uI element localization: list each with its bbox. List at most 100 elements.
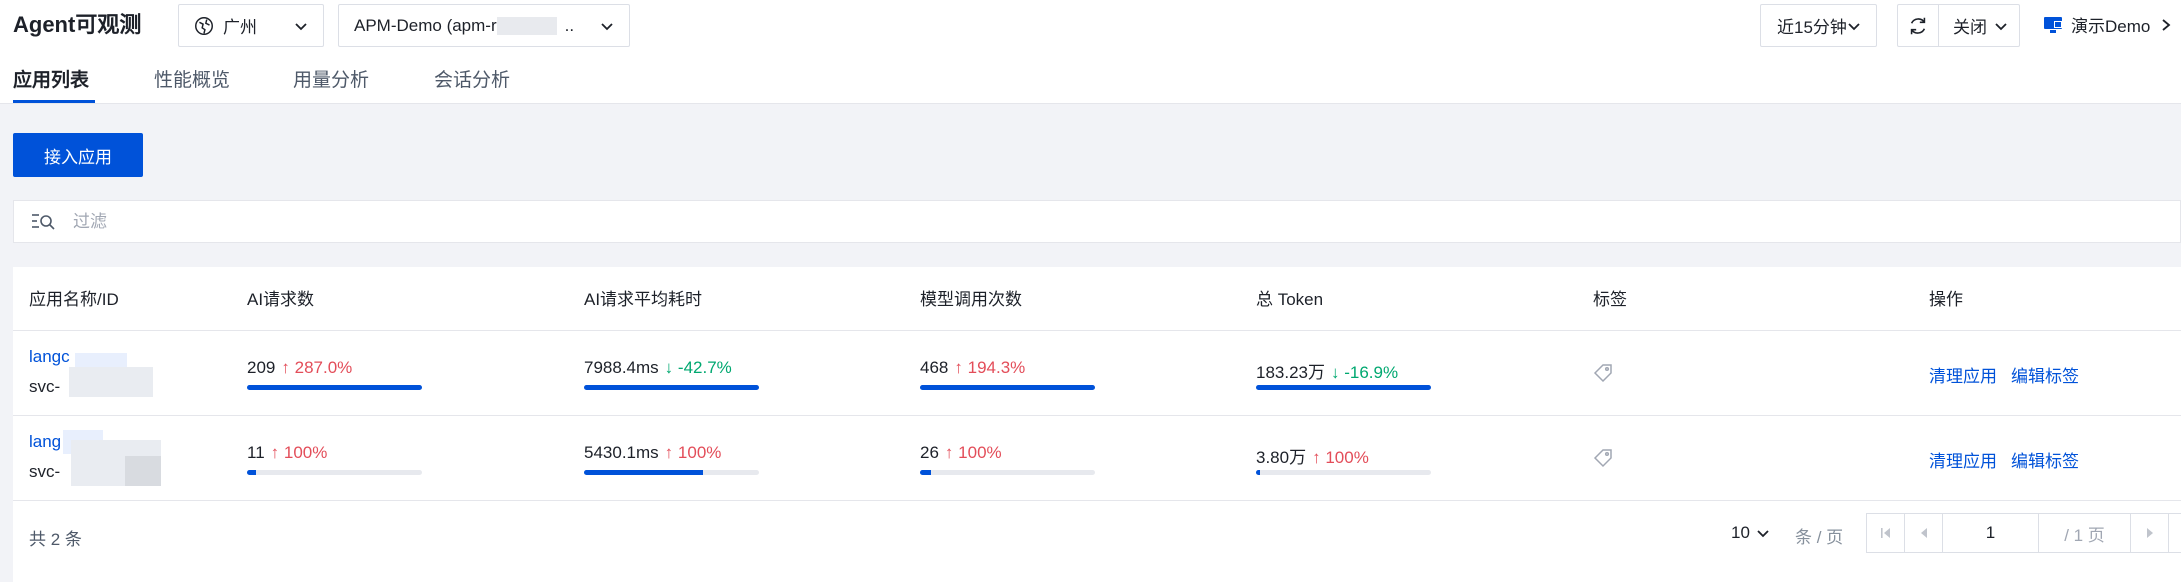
column-header-model-calls: 模型调用次数: [920, 290, 1022, 309]
app-name-link[interactable]: langc: [29, 347, 70, 367]
instance-select[interactable]: APM-Demo (apm-r ..: [338, 4, 630, 47]
table-header: 应用名称/ID AI请求数 AI请求平均耗时 模型调用次数 总 Token 标签…: [13, 267, 2181, 331]
trend-down-icon: ↓: [1331, 363, 1340, 382]
chevron-down-icon: [1757, 530, 1769, 538]
total-token-progress: [1256, 385, 1431, 390]
model-calls-progress: [920, 470, 1095, 475]
filter-input[interactable]: [73, 211, 673, 232]
ai-requests-value: 11: [247, 443, 265, 462]
progress-fill: [1256, 385, 1431, 390]
time-range-value: 近15分钟: [1777, 18, 1847, 37]
table-row: langc svc- 209 ↑ 287.0% 7988.4ms ↓ -42.7% …: [13, 331, 2181, 416]
filter-bar: [13, 200, 2181, 243]
app-title: Agent可观测: [13, 12, 142, 37]
pager: / 1 页: [1866, 513, 2181, 553]
trend-up-icon: ↑: [664, 443, 674, 462]
column-header-tags: 标签: [1593, 290, 1627, 309]
active-tab-indicator: [13, 100, 95, 103]
next-page-button[interactable]: [2131, 514, 2169, 552]
progress-fill: [247, 385, 422, 390]
model-calls-cell: 26 ↑ 100%: [920, 443, 1002, 463]
ai-requests-cell: 209 ↑ 287.0%: [247, 358, 352, 378]
per-page-label: 条 / 页: [1795, 528, 1844, 547]
tab-session-analysis[interactable]: 会话分析: [434, 68, 510, 94]
edit-tags-link[interactable]: 编辑标签: [2011, 362, 2079, 387]
total-count: 共 2 条: [29, 530, 82, 549]
model-calls-change: 194.3%: [967, 358, 1026, 377]
edit-tags-link[interactable]: 编辑标签: [2011, 447, 2079, 472]
demo-link-label: 演示Demo: [2071, 17, 2151, 36]
masked-text: [125, 456, 161, 486]
chevron-down-icon: [295, 23, 307, 31]
tag-icon[interactable]: [1592, 447, 1614, 469]
trend-up-icon: ↑: [954, 358, 963, 377]
refresh-button[interactable]: [1897, 4, 1939, 47]
ai-requests-progress: [247, 385, 422, 390]
avg-latency-cell: 5430.1ms ↑ 100%: [584, 443, 721, 463]
table-footer: 共 2 条 10 条 / 页 / 1 页: [13, 501, 2181, 571]
chevron-right-icon: [2162, 18, 2171, 31]
region-select[interactable]: 广州: [178, 4, 324, 47]
ai-requests-cell: 11 ↑ 100%: [247, 443, 327, 463]
top-header: Agent可观测 广州 APM-Demo (apm-r .. 近15分钟 关闭: [0, 0, 2181, 104]
total-token-cell: 3.80万 ↑ 100%: [1256, 443, 1369, 468]
tab-performance-overview[interactable]: 性能概览: [154, 68, 230, 94]
progress-fill: [920, 470, 931, 475]
instance-value: APM-Demo (apm-r: [354, 15, 497, 35]
avg-latency-value: 7988.4ms: [584, 358, 659, 377]
tag-icon[interactable]: [1592, 362, 1614, 384]
model-calls-value: 26: [920, 443, 939, 462]
clean-app-link[interactable]: 清理应用: [1929, 362, 1997, 387]
clean-app-link[interactable]: 清理应用: [1929, 447, 1997, 472]
page-size-select[interactable]: 10: [1731, 523, 1770, 543]
masked-text: [69, 367, 153, 397]
chevron-down-icon: [1995, 23, 2007, 31]
time-range-select[interactable]: 近15分钟: [1760, 4, 1877, 47]
last-page-button[interactable]: [2169, 514, 2181, 552]
ai-requests-progress: [247, 470, 422, 475]
ai-requests-value: 209: [247, 358, 276, 377]
avg-latency-change: -42.7%: [677, 358, 732, 377]
ai-requests-change: 100%: [283, 443, 328, 462]
filter-search-icon: [32, 213, 55, 230]
progress-fill: [920, 385, 1095, 390]
page-number-input[interactable]: [1943, 514, 2039, 552]
column-header-actions: 操作: [1929, 290, 1963, 309]
ai-requests-change: 287.0%: [294, 358, 353, 377]
model-calls-progress: [920, 385, 1095, 390]
avg-latency-change: 100%: [677, 443, 722, 462]
table-row: lang svc- 11 ↑ 100% 5430.1ms ↑ 100% 26 ↑ 10…: [13, 416, 2181, 501]
trend-down-icon: ↓: [664, 358, 674, 377]
app-name-link[interactable]: lang: [29, 432, 61, 452]
model-calls-value: 468: [920, 358, 949, 377]
column-header-app-name: 应用名称/ID: [29, 290, 119, 309]
progress-fill: [247, 470, 256, 475]
total-pages: / 1 页: [2039, 514, 2131, 552]
progress-fill: [1256, 470, 1260, 475]
total-token-value: 183.23万: [1256, 363, 1325, 382]
trend-up-icon: ↑: [281, 358, 290, 377]
app-id: svc-: [29, 462, 61, 481]
trend-up-icon: ↑: [270, 443, 280, 462]
prev-page-button[interactable]: [1905, 514, 1943, 552]
auto-refresh-select[interactable]: 关闭: [1938, 4, 2020, 47]
app-id: svc-: [29, 377, 61, 396]
avg-latency-value: 5430.1ms: [584, 443, 659, 462]
trend-up-icon: ↑: [1312, 448, 1321, 467]
first-page-button[interactable]: [1867, 514, 1905, 552]
next-page-icon: [2146, 528, 2153, 538]
masked-text: [496, 16, 557, 35]
total-token-cell: 183.23万 ↓ -16.9%: [1256, 358, 1398, 383]
total-token-value: 3.80万: [1256, 448, 1307, 467]
total-token-change: -16.9%: [1344, 363, 1399, 382]
chevron-down-icon: [601, 23, 613, 31]
tab-app-list[interactable]: 应用列表: [13, 68, 89, 94]
avg-latency-progress: [584, 385, 759, 390]
monitor-icon: [2044, 16, 2062, 33]
column-header-avg-latency: AI请求平均耗时: [584, 290, 703, 309]
refresh-icon: [1910, 17, 1926, 34]
demo-link[interactable]: 演示Demo: [2043, 12, 2172, 37]
progress-fill: [584, 385, 759, 390]
connect-app-button[interactable]: 接入应用: [13, 133, 143, 177]
tab-usage-analysis[interactable]: 用量分析: [293, 68, 369, 94]
